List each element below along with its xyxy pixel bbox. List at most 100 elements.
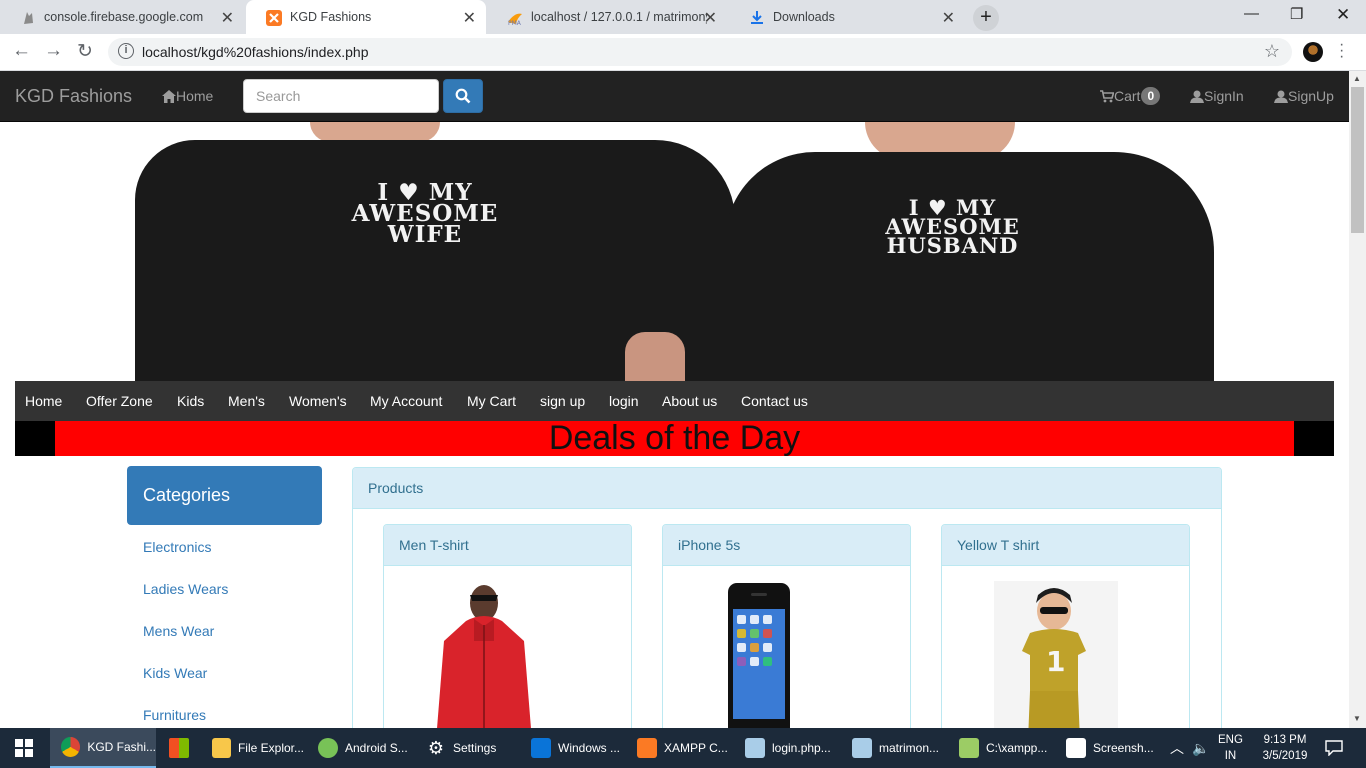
right-shirt-print: I ♥ MY AWESOME HUSBAND: [800, 197, 1105, 256]
tab-downloads[interactable]: Downloads ✕: [729, 0, 965, 34]
notifications-icon[interactable]: [1325, 740, 1343, 756]
nav-home-link[interactable]: Home: [162, 88, 213, 104]
left-shirt-line-3: WIFE: [387, 221, 463, 248]
product-name[interactable]: Yellow T shirt: [942, 525, 1189, 566]
menu-offer-zone[interactable]: Offer Zone: [86, 393, 153, 409]
document-icon: [745, 738, 765, 758]
product-name[interactable]: iPhone 5s: [663, 525, 910, 566]
forward-icon[interactable]: →: [44, 40, 63, 62]
taskbar-login-php[interactable]: login.php...: [738, 728, 842, 768]
reload-icon[interactable]: ↻: [77, 40, 93, 63]
menu-about-us[interactable]: About us: [662, 393, 717, 409]
close-tab-icon[interactable]: ✕: [221, 8, 234, 28]
tab-kgd-fashions[interactable]: KGD Fashions ✕: [246, 0, 486, 34]
nav-cart-link[interactable]: Cart 0: [1100, 87, 1161, 105]
taskbar-file-explorer[interactable]: File Explor...: [204, 728, 304, 768]
product-image[interactable]: 1: [994, 581, 1118, 728]
profile-avatar[interactable]: [1303, 42, 1323, 62]
search-button[interactable]: [443, 79, 483, 113]
new-tab-button[interactable]: +: [973, 5, 999, 31]
category-mens-wear[interactable]: Mens Wear: [143, 623, 214, 639]
browser-tab-strip: console.firebase.google.com ✕ KGD Fashio…: [0, 0, 1366, 34]
scroll-down-arrow-icon[interactable]: ▼: [1353, 714, 1361, 723]
taskbar-clock[interactable]: 9:13 PM 3/5/2019: [1250, 732, 1320, 764]
category-kids-wear[interactable]: Kids Wear: [143, 665, 207, 681]
show-hidden-icons-chevron-icon[interactable]: ︿: [1170, 728, 1184, 768]
close-tab-icon[interactable]: ✕: [942, 8, 955, 28]
menu-my-account[interactable]: My Account: [370, 393, 442, 409]
taskbar-label: File Explor...: [237, 741, 304, 755]
phpmyadmin-icon: PMA: [508, 13, 522, 26]
site-brand[interactable]: KGD Fashions: [15, 86, 132, 107]
product-card[interactable]: iPhone 5s: [662, 524, 911, 728]
menu-login[interactable]: login: [609, 393, 639, 409]
menu-home[interactable]: Home: [25, 393, 62, 409]
taskbar-label: login.php...: [772, 741, 831, 755]
scrollbar-thumb[interactable]: [1351, 87, 1364, 233]
taskbar-chrome[interactable]: KGD Fashi...: [50, 728, 156, 768]
home-icon: [162, 89, 176, 103]
left-shirt-print: I ♥ MY AWESOME WIFE: [260, 181, 590, 248]
menu-mens[interactable]: Men's: [228, 393, 265, 409]
scroll-up-arrow-icon[interactable]: ▲: [1353, 74, 1361, 83]
url-text[interactable]: localhost/kgd%20fashions/index.php: [142, 44, 369, 60]
product-card[interactable]: Men T-shirt: [383, 524, 632, 728]
search-input[interactable]: [243, 79, 439, 113]
gear-icon: ⚙: [427, 738, 445, 758]
cart-count-badge: 0: [1141, 87, 1161, 105]
close-tab-icon[interactable]: ✕: [704, 8, 717, 28]
product-name[interactable]: Men T-shirt: [384, 525, 631, 566]
tab-title: console.firebase.google.com: [44, 10, 204, 24]
category-electronics[interactable]: Electronics: [143, 539, 211, 555]
close-tab-icon[interactable]: ✕: [463, 8, 476, 28]
nav-signin-link[interactable]: SignIn: [1190, 88, 1244, 104]
windows-taskbar: KGD Fashi... File Explor... Android S...…: [0, 728, 1366, 768]
page-scrollbar[interactable]: ▲ ▼: [1349, 71, 1366, 728]
main-menu-bar: Home Offer Zone Kids Men's Women's My Ac…: [15, 381, 1334, 421]
folder-icon: [212, 738, 231, 758]
taskbar-label: KGD Fashi...: [87, 740, 156, 754]
close-window-button[interactable]: ✕: [1336, 5, 1350, 25]
nav-cart-label: Cart: [1114, 88, 1141, 104]
nav-signup-link[interactable]: SignUp: [1274, 88, 1334, 104]
volume-icon[interactable]: 🔈: [1192, 728, 1209, 768]
product-image[interactable]: [723, 581, 803, 728]
tab-firebase[interactable]: console.firebase.google.com ✕: [0, 0, 244, 34]
chrome-icon: [61, 737, 81, 757]
category-ladies-wears[interactable]: Ladies Wears: [143, 581, 228, 597]
xampp-icon: [266, 10, 282, 26]
menu-kids[interactable]: Kids: [177, 393, 204, 409]
minimize-button[interactable]: —: [1244, 5, 1259, 22]
menu-womens[interactable]: Women's: [289, 393, 347, 409]
product-card[interactable]: Yellow T shirt 1: [941, 524, 1190, 728]
address-bar[interactable]: i localhost/kgd%20fashions/index.php ☆: [108, 38, 1292, 66]
taskbar-notepad-xampp[interactable]: C:\xampp...: [952, 728, 1056, 768]
menu-my-cart[interactable]: My Cart: [467, 393, 516, 409]
site-navbar: KGD Fashions Home Cart 0 SignIn SignUp: [0, 71, 1349, 122]
document-icon: [852, 738, 872, 758]
bookmark-star-icon[interactable]: ☆: [1264, 41, 1280, 62]
chrome-menu-icon[interactable]: · · ·: [1339, 37, 1344, 65]
taskbar-label: matrimon...: [879, 741, 940, 755]
menu-sign-up[interactable]: sign up: [540, 393, 585, 409]
taskbar-screenshots[interactable]: Screensh...: [1059, 728, 1163, 768]
android-studio-icon: [318, 738, 338, 758]
taskbar-windows-security[interactable]: Windows ...: [524, 728, 628, 768]
back-icon[interactable]: ←: [12, 40, 31, 62]
taskbar-xampp[interactable]: XAMPP C...: [630, 728, 734, 768]
user-icon: [1274, 90, 1288, 103]
category-furnitures[interactable]: Furnitures: [143, 707, 206, 723]
menu-contact-us[interactable]: Contact us: [741, 393, 808, 409]
taskbar-android-studio[interactable]: Android S...: [310, 728, 414, 768]
taskbar-settings[interactable]: ⚙ Settings: [418, 728, 522, 768]
taskbar-store[interactable]: [160, 728, 200, 768]
nav-signin-label: SignIn: [1204, 88, 1244, 104]
start-button[interactable]: [0, 728, 48, 768]
restore-button[interactable]: ❐: [1290, 5, 1303, 23]
tab-phpmyadmin[interactable]: PMA localhost / 127.0.0.1 / matrimony ✕: [487, 0, 727, 34]
product-image[interactable]: [424, 581, 544, 728]
taskbar-matrimony[interactable]: matrimon...: [845, 728, 949, 768]
language-indicator[interactable]: ENG IN: [1218, 732, 1243, 764]
info-icon[interactable]: i: [118, 43, 134, 59]
left-person-neck: [310, 122, 440, 142]
